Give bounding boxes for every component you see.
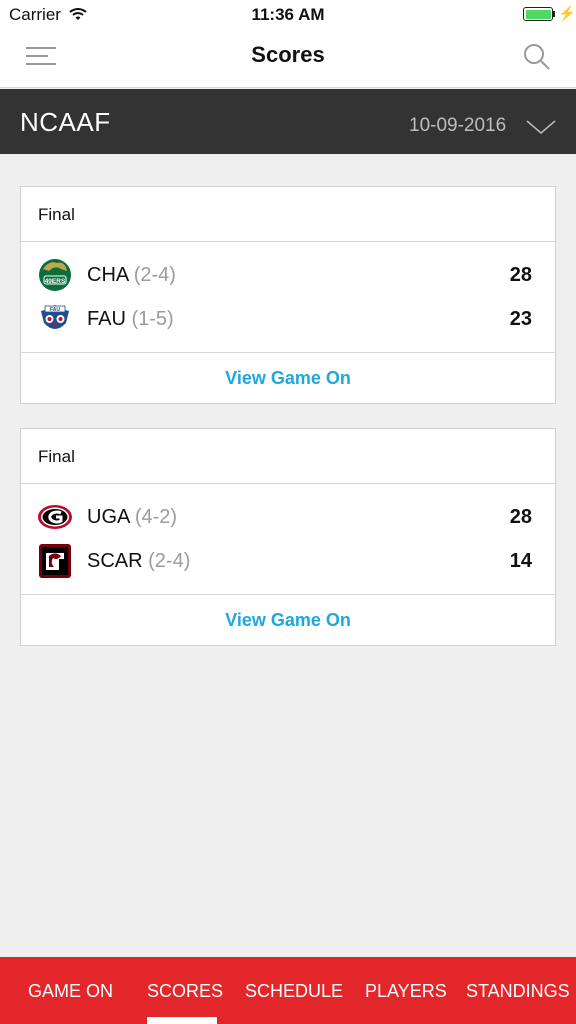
page-title: Scores [251, 42, 325, 67]
game-status: Final [21, 187, 555, 242]
nav-bar: Scores [0, 30, 576, 88]
status-time: 11:36 AM [251, 5, 325, 24]
team-score: 14 [509, 550, 532, 572]
chevron-down-icon[interactable] [526, 119, 556, 135]
tab-schedule[interactable]: SCHEDULE [245, 981, 343, 1002]
team-score: 23 [509, 308, 532, 330]
game-status: Final [21, 429, 555, 484]
team-row[interactable]: SCAR (2-4) 14 [21, 541, 555, 581]
active-tab-indicator [147, 1017, 217, 1024]
charlotte-49ers-logo: 49ERS [39, 259, 71, 291]
georgia-bulldogs-logo [38, 505, 72, 529]
fau-owls-logo: FAU [41, 305, 69, 329]
status-bar: Carrier 11:36 AM ⚡ [0, 0, 576, 30]
team-score: 28 [509, 264, 532, 286]
tab-players[interactable]: PLAYERS [365, 981, 447, 1002]
game-teams: 49ERS CHA (2-4) 28 FAU FAU (1-5) 23 [21, 242, 555, 353]
battery-tip [553, 11, 555, 17]
svg-text:49ERS: 49ERS [45, 278, 66, 285]
tab-scores[interactable]: SCORES [147, 981, 223, 1002]
south-carolina-gamecocks-logo [39, 544, 71, 578]
team-name: SCAR (2-4) [87, 550, 191, 572]
team-score: 28 [509, 506, 532, 528]
tab-standings[interactable]: STANDINGS [466, 981, 570, 1002]
team-row[interactable]: UGA (4-2) 28 [21, 497, 555, 537]
game-card: Final UGA (4-2) 28 SCAR (2-4) 14 View Ga… [20, 428, 556, 646]
svg-text:FAU: FAU [50, 307, 60, 313]
bottom-tab-bar: GAME ON SCORES SCHEDULE PLAYERS STANDING… [0, 957, 576, 1024]
search-icon[interactable] [522, 42, 552, 72]
team-name: FAU (1-5) [87, 308, 174, 330]
team-row[interactable]: FAU FAU (1-5) 23 [21, 299, 555, 339]
league-date-bar: NCAAF 10-09-2016 [0, 89, 576, 154]
date-selector[interactable]: 10-09-2016 [409, 115, 506, 137]
game-card: Final 49ERS CHA (2-4) 28 FAU FAU (1-5) 2… [20, 186, 556, 404]
view-game-on-link[interactable]: View Game On [21, 353, 555, 403]
battery-icon [523, 7, 553, 21]
league-name: NCAAF [20, 107, 111, 137]
charging-bolt-icon: ⚡ [558, 5, 576, 21]
game-teams: UGA (4-2) 28 SCAR (2-4) 14 [21, 484, 555, 595]
team-row[interactable]: 49ERS CHA (2-4) 28 [21, 255, 555, 295]
team-name: CHA (2-4) [87, 264, 176, 286]
view-game-on-link[interactable]: View Game On [21, 595, 555, 645]
team-name: UGA (4-2) [87, 506, 178, 528]
tab-game-on[interactable]: GAME ON [28, 981, 113, 1002]
